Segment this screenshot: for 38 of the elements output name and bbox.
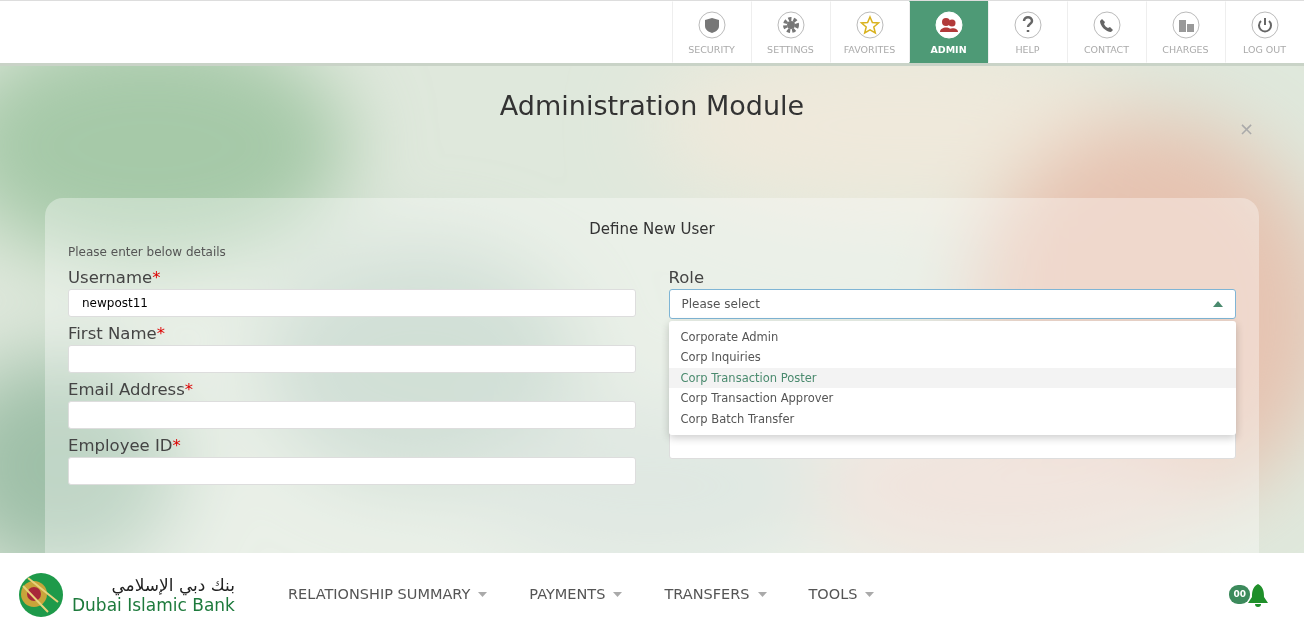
logo-icon xyxy=(18,571,64,618)
instructions-text: Please enter below details xyxy=(68,243,227,261)
field-label: Role xyxy=(668,266,706,289)
caret-icon xyxy=(865,592,875,597)
field-label: First Name* xyxy=(68,322,166,345)
field-label: Username* xyxy=(68,266,162,289)
bell-icon[interactable] xyxy=(1247,582,1269,607)
power-icon xyxy=(1249,10,1280,40)
logo-arabic-text: بنك دبي الإسلامي xyxy=(110,574,235,595)
dropdown-option[interactable]: Corp Batch Transfer xyxy=(668,408,1236,429)
notification-count: 00 xyxy=(1229,584,1250,605)
dropdown-option[interactable]: Corp Transaction Approver xyxy=(668,388,1236,409)
field-label: Employee ID* xyxy=(68,434,182,457)
text-field[interactable]: newpost11 xyxy=(68,288,636,317)
menu-link[interactable]: TOOLS xyxy=(808,583,875,606)
menu-link[interactable]: PAYMENTS xyxy=(529,583,623,606)
caret-icon xyxy=(1213,300,1223,307)
field-label: Email Address* xyxy=(68,378,194,401)
shield-icon xyxy=(696,10,727,40)
coins-icon xyxy=(1170,10,1201,40)
text-field[interactable] xyxy=(68,456,636,485)
text-field[interactable] xyxy=(68,344,636,373)
menu-link[interactable]: TRANSFERS xyxy=(664,583,767,606)
help-icon xyxy=(1012,10,1043,40)
dropdown-option[interactable]: Corp Inquiries xyxy=(668,347,1236,368)
caret-icon xyxy=(478,592,488,597)
dropdown-option[interactable]: Corp Transaction Poster xyxy=(668,367,1236,388)
phone-icon xyxy=(1091,10,1122,40)
settings-icon xyxy=(775,10,806,40)
menu-link[interactable]: RELATIONSHIP SUMMARY xyxy=(288,583,488,606)
users-icon xyxy=(933,10,964,40)
caret-icon xyxy=(757,592,767,597)
modal-title: Administration Module xyxy=(499,89,805,123)
caret-icon xyxy=(613,592,623,597)
role-select[interactable]: Please select xyxy=(668,288,1236,319)
form-title: Define New User xyxy=(588,219,716,240)
dropdown-option[interactable]: Corporate Admin xyxy=(668,326,1236,347)
text-field[interactable] xyxy=(68,400,636,429)
